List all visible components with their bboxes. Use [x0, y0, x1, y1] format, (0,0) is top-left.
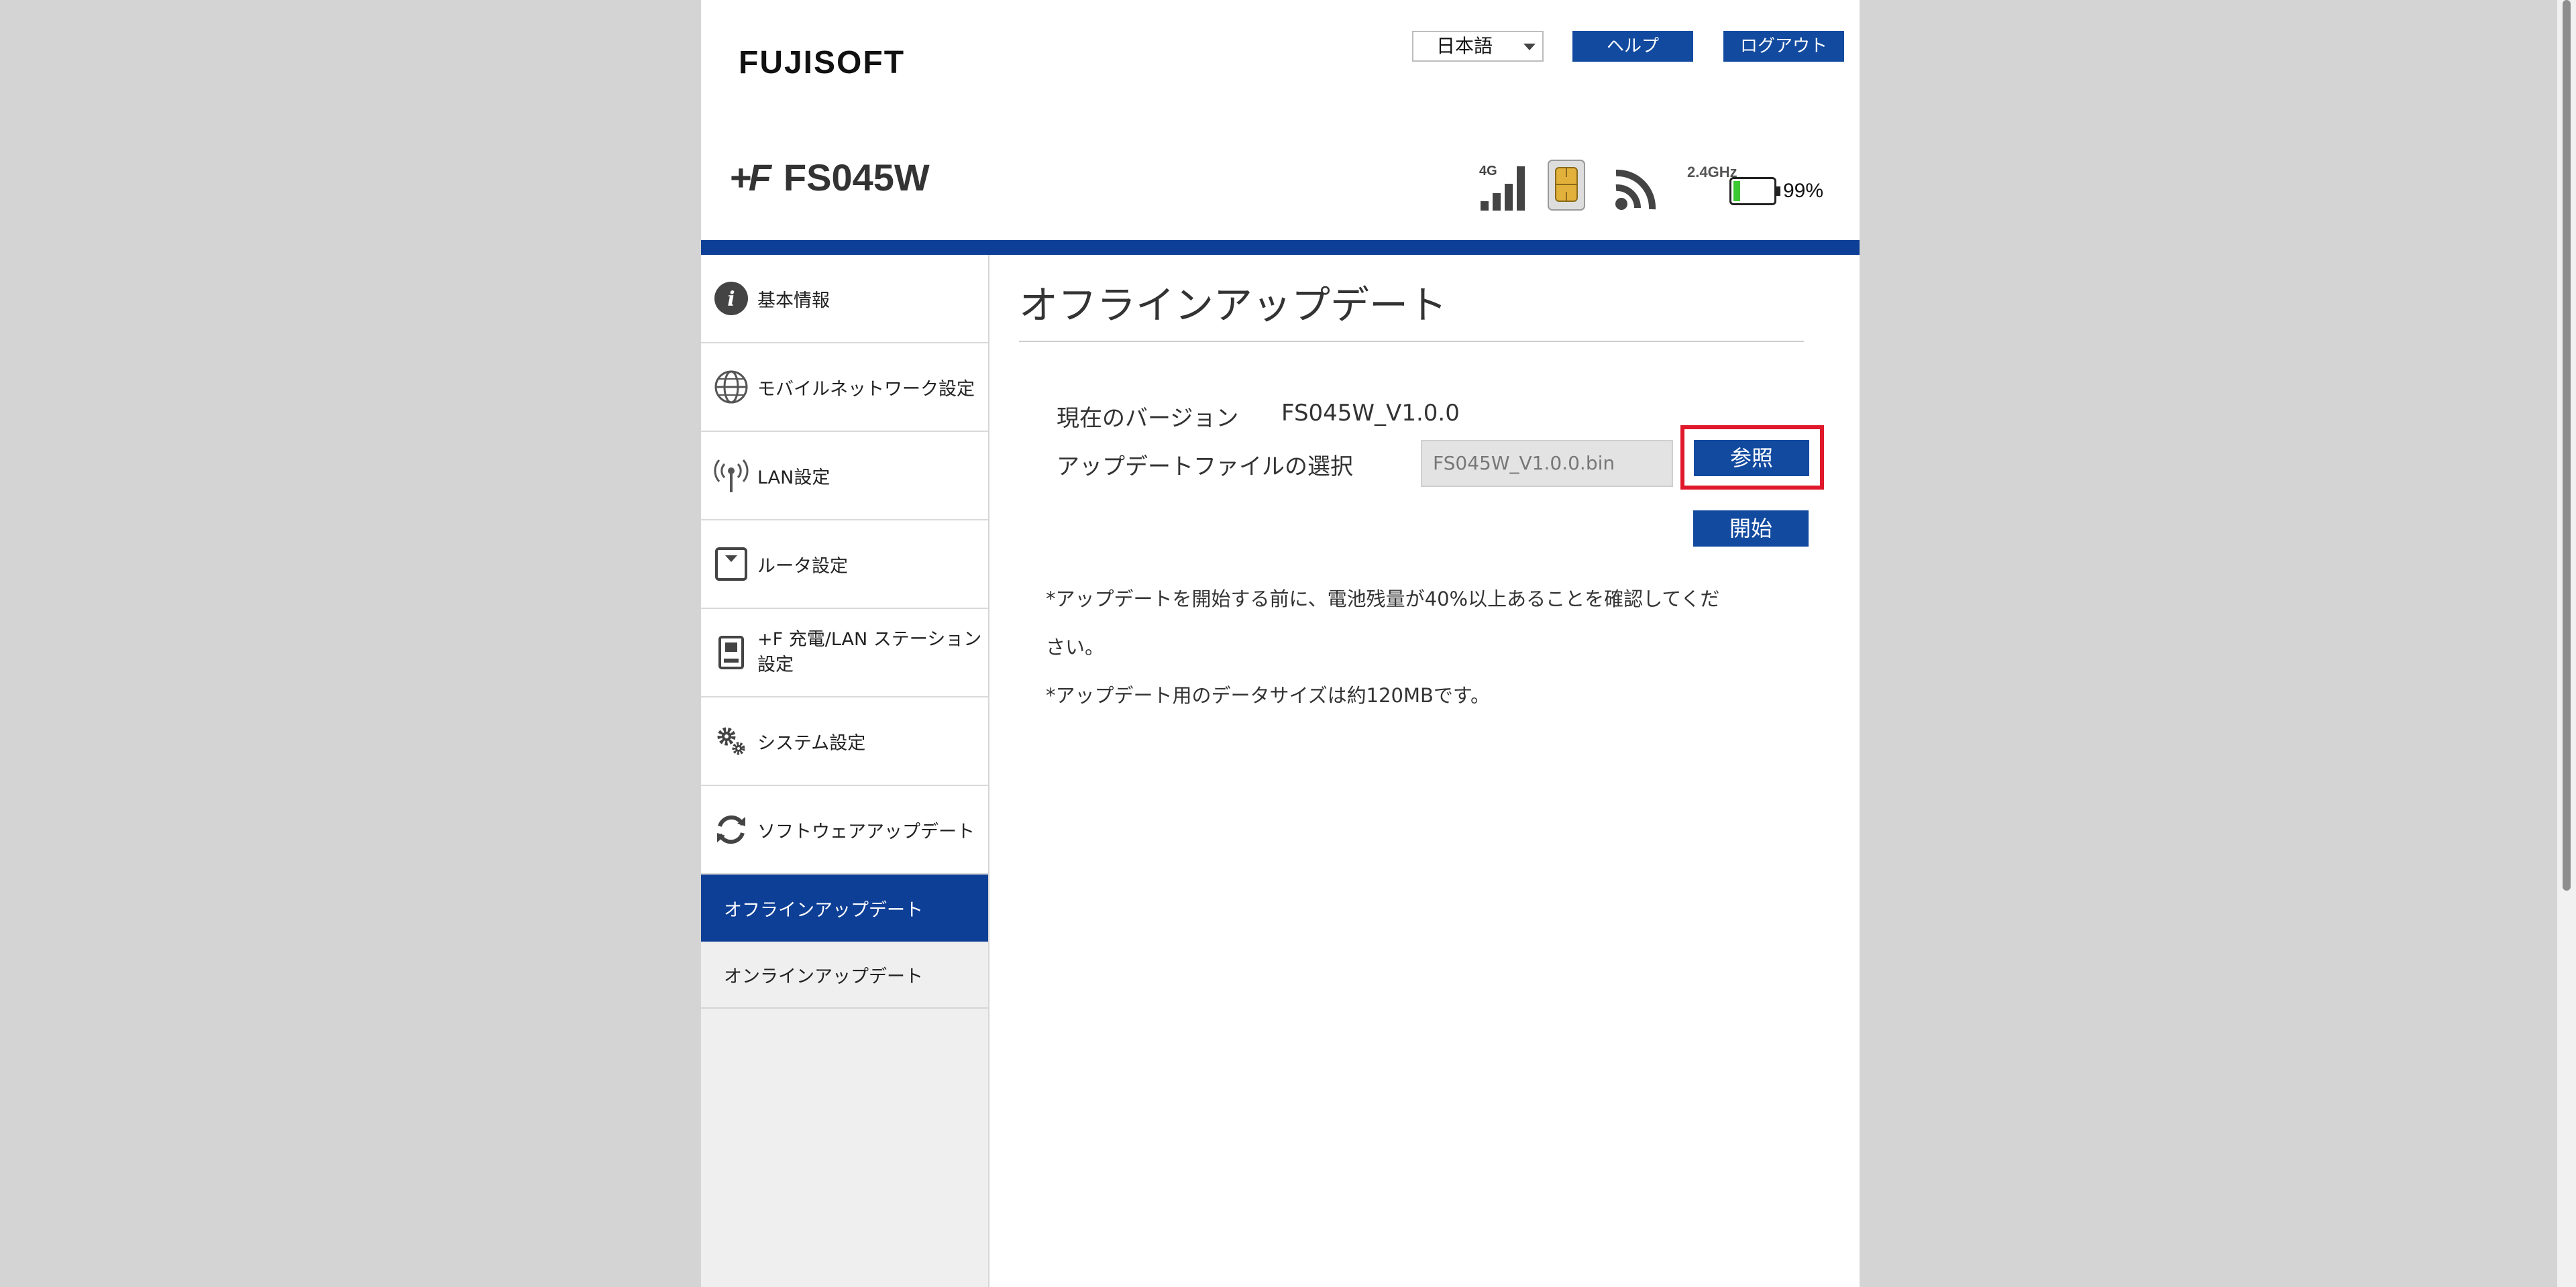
- sidebar-item-lan[interactable]: LAN設定: [701, 432, 988, 520]
- page-title: オフラインアップデート: [1019, 282, 1448, 328]
- signal-status: 4G: [1479, 164, 1533, 212]
- wifi-icon: [1615, 169, 1656, 210]
- language-select[interactable]: 日本語: [1412, 31, 1544, 62]
- sidebar-item-charging-station[interactable]: +F 充電/LAN ステーション 設定: [701, 609, 988, 697]
- sidebar-item-label: ルータ設定: [757, 555, 848, 577]
- battery-fill: [1733, 181, 1740, 201]
- sidebar-item-mobile-network[interactable]: モバイルネットワーク設定: [701, 343, 988, 432]
- sidebar: i 基本情報 モバイルネットワーク設定 LAN設定 ルータ設定 +F 充電/LA…: [701, 255, 989, 1287]
- sidebar-item-label: +F 充電/LAN ステーション 設定: [757, 627, 981, 678]
- title-divider: [1019, 341, 1804, 342]
- sidebar-item-basic-info[interactable]: i 基本情報: [701, 255, 988, 343]
- battery-status: 99%: [1729, 176, 1864, 211]
- current-version-label: 現在のバージョン: [1057, 405, 1239, 432]
- language-value: 日本語: [1436, 35, 1493, 57]
- logout-button[interactable]: ログアウト: [1723, 31, 1844, 62]
- router-icon: [715, 547, 747, 581]
- sidebar-item-label: LAN設定: [757, 467, 830, 488]
- battery-note-line1: *アップデートを開始する前に、電池残量が40%以上あることを確認してくだ: [1046, 587, 1720, 610]
- page-scrollbar[interactable]: [2557, 0, 2576, 1287]
- plus-f-logo: +F: [729, 156, 771, 199]
- sidebar-item-label-line1: +F 充電/LAN ステーション: [757, 629, 982, 650]
- start-button[interactable]: 開始: [1693, 510, 1809, 547]
- update-file-field[interactable]: FS045W_V1.0.0.bin: [1421, 440, 1673, 487]
- gears-icon: [717, 727, 745, 755]
- sidebar-item-label: モバイルネットワーク設定: [757, 378, 975, 400]
- signal-bars-icon: [1481, 166, 1525, 211]
- browse-button[interactable]: 参照: [1694, 440, 1809, 476]
- refresh-icon: [717, 815, 745, 844]
- scrollbar-thumb[interactable]: [2563, 0, 2571, 891]
- sidebar-item-label: 基本情報: [757, 290, 830, 311]
- brand-logo: FUJISOFT: [739, 45, 906, 80]
- globe-icon: [714, 370, 748, 404]
- header-divider-bar: [701, 240, 1860, 255]
- sidebar-item-label: ソフトウェアアップデート: [757, 821, 975, 842]
- sidebar-subitem-offline-update[interactable]: オフラインアップデート: [701, 875, 988, 942]
- antenna-icon: [714, 459, 749, 492]
- sidebar-item-software-update[interactable]: ソフトウェアアップデート: [701, 786, 988, 875]
- battery-icon: [1729, 177, 1780, 205]
- sim-card-icon: [1548, 160, 1585, 211]
- sidebar-item-label: システム設定: [757, 732, 866, 754]
- svg-text:i: i: [727, 288, 735, 311]
- battery-percent: 99%: [1783, 180, 1824, 202]
- battery-note-line2: さい。: [1046, 636, 1105, 659]
- info-icon: i: [714, 282, 748, 315]
- model-name: FS045W: [783, 156, 930, 199]
- sidebar-item-system[interactable]: システム設定: [701, 697, 988, 786]
- wifi-status: 2.4GHz: [1612, 161, 1737, 215]
- sidebar-subitem-online-update[interactable]: オンラインアップデート: [701, 942, 988, 1009]
- data-size-note: *アップデート用のデータサイズは約120MBです。: [1046, 684, 1490, 707]
- page: FUJISOFT 日本語 ヘルプ ログアウト +F FS045W 4G 2.4G…: [701, 0, 1860, 1287]
- model-title: +F FS045W: [729, 156, 930, 199]
- help-button[interactable]: ヘルプ: [1572, 31, 1693, 62]
- station-icon: [718, 636, 744, 669]
- sidebar-item-label-line2: 設定: [757, 655, 794, 675]
- file-select-label: アップデートファイルの選択: [1057, 453, 1353, 480]
- current-version-value: FS045W_V1.0.0: [1281, 400, 1460, 427]
- chevron-down-icon: [1523, 44, 1536, 50]
- sidebar-item-router[interactable]: ルータ設定: [701, 520, 988, 609]
